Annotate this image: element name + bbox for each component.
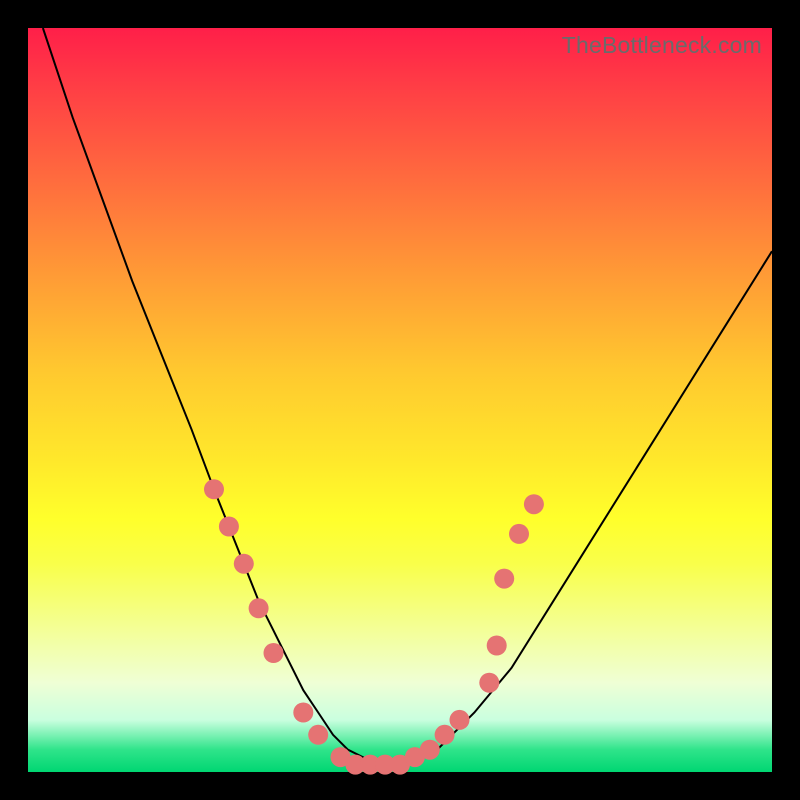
data-marker bbox=[494, 569, 514, 589]
chart-svg bbox=[28, 28, 772, 772]
data-marker bbox=[249, 598, 269, 618]
data-marker bbox=[420, 740, 440, 760]
data-marker bbox=[509, 524, 529, 544]
bottleneck-curve bbox=[43, 28, 772, 765]
data-marker bbox=[264, 643, 284, 663]
marker-group bbox=[204, 479, 544, 774]
chart-plot-area: TheBottleneck.com bbox=[28, 28, 772, 772]
data-marker bbox=[524, 494, 544, 514]
data-marker bbox=[293, 703, 313, 723]
data-marker bbox=[308, 725, 328, 745]
data-marker bbox=[487, 636, 507, 656]
data-marker bbox=[234, 554, 254, 574]
data-marker bbox=[204, 479, 224, 499]
data-marker bbox=[450, 710, 470, 730]
data-marker bbox=[435, 725, 455, 745]
data-marker bbox=[479, 673, 499, 693]
data-marker bbox=[219, 517, 239, 537]
